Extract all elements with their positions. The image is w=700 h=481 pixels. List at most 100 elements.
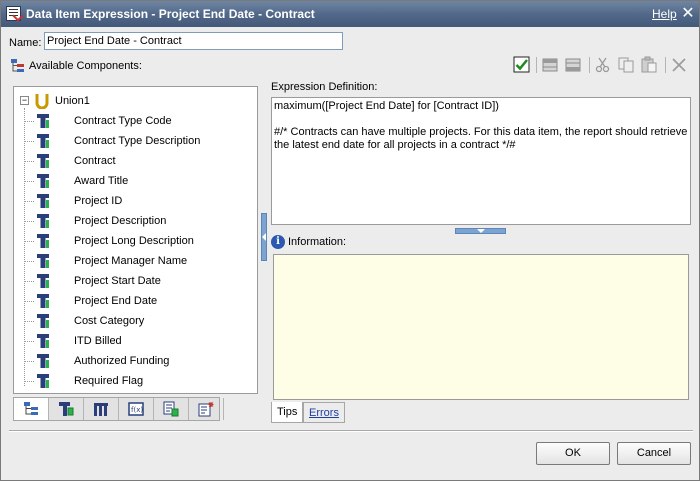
tree-item[interactable]: Project ID xyxy=(25,193,255,209)
insert-after-button[interactable] xyxy=(564,56,582,74)
tree-item-label: Contract Type Code xyxy=(74,115,172,127)
data-item-icon xyxy=(36,113,50,129)
checkmark-icon xyxy=(513,56,530,73)
data-item-icon xyxy=(36,293,50,309)
union-icon xyxy=(35,93,49,110)
tab-tips[interactable]: Tips xyxy=(271,402,304,423)
data-items-icon xyxy=(59,402,74,416)
tree-item[interactable]: Project Long Description xyxy=(25,233,255,249)
data-item-icon xyxy=(36,333,50,349)
component-source-tabs: f(x) xyxy=(13,397,224,421)
validate-button[interactable] xyxy=(513,56,531,74)
copy-button[interactable] xyxy=(617,56,635,74)
tree-connector xyxy=(25,301,34,302)
query-items-icon xyxy=(94,403,108,416)
toolbar-separator xyxy=(665,57,666,73)
data-item-icon xyxy=(36,253,50,269)
tree-connector xyxy=(25,241,34,242)
title-bar[interactable]: Data Item Expression - Project End Date … xyxy=(1,1,699,27)
tab-parameters[interactable] xyxy=(154,398,189,420)
tree-item[interactable]: Project End Date xyxy=(25,293,255,309)
panel-collapse-handle[interactable] xyxy=(261,213,267,261)
tab-functions[interactable]: f(x) xyxy=(119,398,154,420)
tree-item-label: Project Manager Name xyxy=(74,255,188,267)
tree-item[interactable]: Project Manager Name xyxy=(25,253,255,269)
tab-macros[interactable] xyxy=(189,398,224,420)
delete-icon xyxy=(672,58,686,72)
tree-connector xyxy=(25,141,34,142)
toolbar-separator xyxy=(589,57,590,73)
tree-item[interactable]: Contract Type Code xyxy=(25,113,255,129)
tree-item-label: Cost Category xyxy=(74,315,145,327)
svg-text:f(x): f(x) xyxy=(131,406,143,414)
help-link[interactable]: Help xyxy=(652,7,677,21)
data-item-icon xyxy=(36,213,50,229)
ok-button[interactable]: OK xyxy=(536,442,610,465)
tree-connector xyxy=(25,361,34,362)
name-input[interactable] xyxy=(44,32,343,50)
info-icon: i xyxy=(271,235,285,249)
tree-item[interactable]: ITD Billed xyxy=(25,333,255,349)
cut-button[interactable] xyxy=(594,56,612,74)
toolbar-separator xyxy=(536,57,537,73)
tree-item[interactable]: Authorized Funding xyxy=(25,353,255,369)
dialog-window: Data Item Expression - Project End Date … xyxy=(0,0,700,481)
info-pane-collapse-handle[interactable] xyxy=(455,228,506,234)
data-item-icon xyxy=(36,373,50,389)
expression-editor[interactable]: maximum([Project End Date] for [Contract… xyxy=(271,97,691,225)
name-label: Name: xyxy=(9,37,42,49)
tree-item-label: Award Title xyxy=(74,175,129,187)
delete-button[interactable] xyxy=(670,56,688,74)
functions-icon: f(x) xyxy=(128,402,144,416)
data-item-icon xyxy=(36,273,50,289)
cut-icon xyxy=(595,57,610,73)
tree-item-label: Project Start Date xyxy=(74,275,161,287)
tree-item[interactable]: Project Description xyxy=(25,213,255,229)
data-item-icon xyxy=(36,193,50,209)
tab-source[interactable] xyxy=(14,398,49,420)
tree-item[interactable]: Contract xyxy=(25,153,255,169)
insert-before-button[interactable] xyxy=(541,56,559,74)
tree-connector xyxy=(25,121,34,122)
data-item-icon xyxy=(36,313,50,329)
data-item-icon xyxy=(36,233,50,249)
tree-connector xyxy=(25,181,34,182)
source-tree-icon xyxy=(24,402,38,415)
collapse-icon[interactable]: − xyxy=(20,96,29,105)
tree-connector xyxy=(25,221,34,222)
tree-item-label: Contract Type Description xyxy=(74,135,201,147)
footer-divider xyxy=(9,430,693,432)
tree-connector xyxy=(25,281,34,282)
parameters-icon xyxy=(163,401,179,417)
information-pane xyxy=(273,254,689,400)
tree-connector xyxy=(25,341,34,342)
copy-icon xyxy=(618,57,634,73)
tab-errors[interactable]: Errors xyxy=(303,402,345,423)
dialog-app-icon xyxy=(6,6,21,21)
tree-connector xyxy=(25,161,34,162)
tree-item-label: Required Flag xyxy=(74,375,144,387)
tree-item-label: Project Description xyxy=(74,215,167,227)
paste-icon xyxy=(641,56,657,73)
data-item-icon xyxy=(36,173,50,189)
close-icon[interactable]: ✕ xyxy=(680,6,696,22)
data-item-icon xyxy=(36,153,50,169)
tree-item[interactable]: Contract Type Description xyxy=(25,133,255,149)
data-item-icon xyxy=(36,133,50,149)
tree-root-label: Union1 xyxy=(55,95,90,107)
tree-item[interactable]: Required Flag xyxy=(25,373,255,389)
components-tree[interactable]: − Union1 Contract Type Code Contract Type… xyxy=(13,86,258,394)
tab-data-items[interactable] xyxy=(49,398,84,420)
tree-item-label: Contract xyxy=(74,155,116,167)
tree-item[interactable]: Project Start Date xyxy=(25,273,255,289)
tab-query-items[interactable] xyxy=(84,398,119,420)
tree-item-label: Authorized Funding xyxy=(74,355,170,367)
tree-item[interactable]: Award Title xyxy=(25,173,255,189)
paste-button[interactable] xyxy=(640,56,658,74)
cancel-button[interactable]: Cancel xyxy=(617,442,691,465)
tree-item-label: Project End Date xyxy=(74,295,158,307)
available-components-label: Available Components: xyxy=(29,60,142,72)
tree-item[interactable]: Cost Category xyxy=(25,313,255,329)
tree-connector xyxy=(25,321,34,322)
tree-connector xyxy=(25,201,34,202)
